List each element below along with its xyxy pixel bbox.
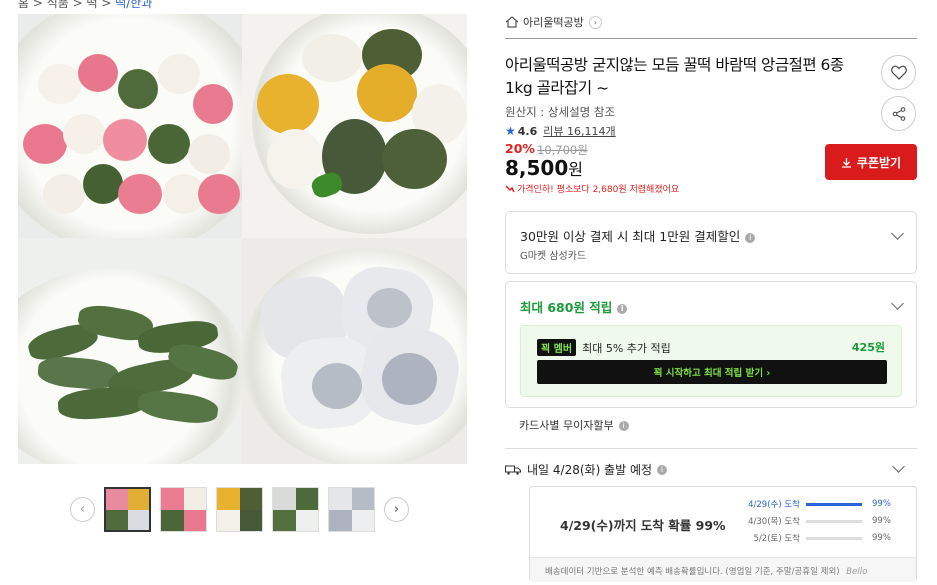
price-drop-icon [505,184,515,192]
member-amount: 425원 [851,341,885,354]
discount-rate: 20% [505,141,535,156]
delivery-date: 5/2(토) 도착 [753,534,800,544]
divider [505,38,917,39]
price-drop-text: 가격인하! 평소보다 2,680원 저렴해졌어요 [517,185,680,195]
info-icon[interactable]: i [657,464,668,475]
breadcrumb-text: 홈 > 식품 > 떡 > [18,0,116,10]
truck-icon [505,465,521,475]
member-benefit-panel: 꾁 멤버 최대 5% 추가 적립 425원 꾁 시작하고 최대 적립 받기 › [520,325,902,397]
product-title: 아리울떡공방 굳지않는 모듬 꿀떡 바람떡 앙금절편 6종 1kg 골라잡기 ~ [505,56,844,97]
chevron-down-icon[interactable] [892,460,905,473]
payment-card-name: G마켓 삼성카드 [520,251,587,262]
product-image-gallery[interactable] [18,14,467,464]
image-baramtteok [242,14,467,238]
delivery-footnote-text: 배송데이터 기반으로 분석한 예측 배송확률입니다. (영업일 기준, 주말/공… [545,567,840,577]
chevron-down-icon[interactable] [891,227,904,240]
payment-discount-text: 30만원 이상 결제 시 최대 1만원 결제할인 [520,229,741,244]
info-icon[interactable]: i [617,303,628,314]
thumbnail-4[interactable] [272,487,319,532]
price-unit: 원 [568,160,583,179]
image-injeolmi-jeolpyeon [242,238,467,464]
delivery-footnote: 배송데이터 기반으로 분석한 예측 배송확률입니다. (영업일 기준, 주말/공… [530,557,916,582]
heart-icon [890,65,907,80]
store-name: 아리울떡공방 [523,16,584,29]
home-icon [505,16,519,28]
arrow-right-icon[interactable]: › [384,497,409,522]
payment-discount-box[interactable]: 30만원 이상 결제 시 최대 1만원 결제할인 i G마켓 삼성카드 [505,211,917,274]
chevron-down-icon[interactable] [891,297,904,310]
info-icon[interactable]: i [618,421,629,431]
share-icon [892,106,905,121]
payment-discount-title: 30만원 이상 결제 시 최대 1만원 결제할인 i [520,226,756,245]
price-value: 8,500 [505,156,569,180]
probability-bar-fill [806,502,862,506]
shipping-row: 내일 4/28(화) 출발 예정 i [505,461,668,478]
member-badge: 꾁 멤버 [537,339,577,356]
store-link[interactable]: 아리울떡공방 › [505,14,602,30]
delivery-probability: 99% [872,499,891,509]
image-mugwort-jeolpyeon [18,238,242,464]
probability-bar [806,519,862,523]
info-icon[interactable]: i [745,232,756,243]
delivery-probability: 99% [872,533,891,543]
card-installment: 카드사별 무이자할부 i [519,417,629,433]
rating-score: 4.6 [517,124,538,138]
share-button[interactable] [881,96,916,131]
thumbnail-1[interactable] [104,487,151,532]
delivery-probability-row: 5/2(토) 도착 99% [730,532,900,544]
member-text: 최대 5% 추가 적립 [582,341,671,355]
thumbnail-3[interactable] [216,487,263,532]
shipping-title: 내일 4/28(화) 출발 예정 [527,463,653,477]
member-row: 꾁 멤버 최대 5% 추가 적립 [537,339,671,356]
delivery-probability-row: 4/29(수) 도착 99% [730,498,900,510]
arrow-left-icon[interactable]: ‹ [70,497,95,522]
delivery-date: 4/30(목) 도착 [748,517,800,527]
chevron-right-icon: › [588,15,602,29]
price-drop-note: 가격인하! 평소보다 2,680원 저렴해졌어요 [505,182,679,195]
delivery-date: 4/29(수) 도착 [748,500,800,510]
breadcrumb-link[interactable]: 떡/한과 [115,0,152,10]
points-box: 최대 680원 적립 i 꾁 멤버 최대 5% 추가 적립 425원 꾁 시작하고… [505,281,917,408]
star-icon: ★ [505,124,516,138]
points-title-text: 최대 680원 적립 [520,300,613,315]
image-honey-rice-cakes [18,14,242,238]
member-signup-button[interactable]: 꾁 시작하고 최대 적립 받기 › [537,360,887,384]
review-link[interactable]: 리뷰 16,114개 [543,123,615,139]
delivery-headline: 4/29(수)까지 도착 확률 99% [560,518,726,533]
delivery-probability-row: 4/30(목) 도착 99% [730,515,900,527]
delivery-probability: 99% [872,516,891,526]
coupon-button[interactable]: 쿠폰받기 [825,144,917,180]
card-installment-text: 카드사별 무이자할부 [519,419,614,432]
origin-info: 원산지 : 상세설명 참조 [505,105,616,119]
divider [505,448,917,449]
sale-price: 8,500원 [505,156,583,180]
points-title: 최대 680원 적립 i [520,297,628,316]
probability-bar [806,502,862,506]
coupon-label: 쿠폰받기 [856,155,902,170]
download-icon [841,157,851,168]
favorite-button[interactable] [881,55,916,90]
thumbnail-2[interactable] [160,487,207,532]
probability-bar [806,536,862,540]
brand-label: Bello [846,567,868,577]
thumbnail-strip: ‹ › [70,487,409,532]
breadcrumb: 홈 > 식품 > 떡 > 떡/한과 [18,0,152,11]
thumbnail-5[interactable] [328,487,375,532]
delivery-probability-box: 4/29(수)까지 도착 확률 99% 4/29(수) 도착 99% 4/30(목)… [529,486,917,582]
rating-row: ★ 4.6 리뷰 16,114개 [505,123,616,139]
